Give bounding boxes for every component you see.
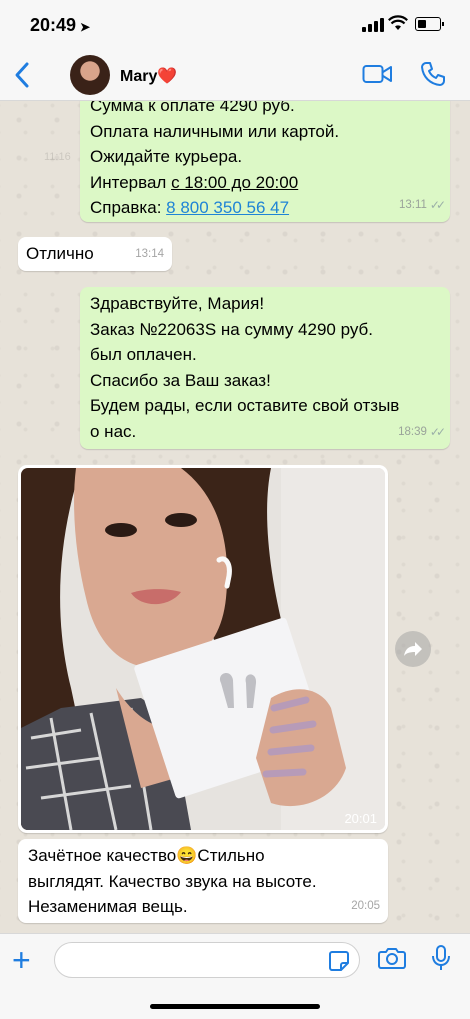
message-time: 13:11 [398, 198, 427, 211]
back-chevron-icon[interactable] [10, 60, 36, 90]
contact-name-text: Mary [120, 68, 158, 85]
help-label: Справка: [90, 198, 167, 217]
phone-link[interactable]: 8 800 350 56 47 [166, 198, 289, 217]
read-ticks-icon: ✓✓ [429, 197, 446, 212]
chat-header: Mary❤️ [0, 50, 470, 101]
message-meta: 13:14 [135, 242, 164, 268]
home-indicator [150, 1004, 320, 1009]
message-text-line: Спасибо за Ваш заказ! [90, 370, 271, 390]
hidden-timestamp: 11:16 [44, 151, 71, 163]
microphone-icon[interactable] [430, 944, 452, 972]
wifi-icon [388, 15, 408, 30]
message-text-line: был оплачен. [90, 345, 197, 364]
photo-illustration [21, 468, 385, 830]
forward-arrow-icon [404, 642, 422, 656]
message-input[interactable] [54, 942, 360, 978]
message-text-line: Оплата наличными или картой. [90, 121, 340, 141]
message-text-line: Зачётное качество😄Стильно [28, 846, 265, 865]
status-bar: 20:49 ➤ [0, 0, 470, 50]
video-call-icon[interactable] [362, 63, 394, 85]
battery-icon [415, 17, 444, 31]
attach-plus-icon[interactable]: + [12, 944, 31, 976]
cellular-signal-icon [362, 18, 384, 32]
status-time-text: 20:49 [30, 15, 77, 35]
message-text-line: Справка: 8 800 350 56 47 [90, 195, 440, 221]
interval-label: Интервал [90, 172, 172, 192]
message-photo[interactable]: 20:01 [18, 465, 388, 833]
message-reply-ok[interactable]: Отлично 13:14 [18, 237, 172, 271]
message-meta: 20:05 [351, 894, 380, 920]
message-text-line: о нас. [90, 421, 137, 441]
message-time: 18:39 [398, 425, 427, 438]
status-time: 20:49 ➤ [30, 15, 90, 36]
message-text-line: Ожидайте курьера. [90, 147, 243, 166]
contact-name[interactable]: Mary❤️ [120, 66, 177, 86]
message-review[interactable]: Зачётное качество😄Стильно выглядят. Каче… [18, 839, 388, 923]
sticker-icon[interactable] [328, 950, 350, 972]
message-text-line: Заказ №22063S на сумму 4290 руб. [90, 319, 374, 339]
photo-time: 20:01 [344, 811, 377, 826]
message-text-line: Интервал с 18:00 до 20:00 [90, 170, 440, 196]
message-payment-confirm[interactable]: Здравствуйте, Мария! Заказ №22063S на су… [80, 287, 450, 449]
message-order-summary[interactable]: Сумма к оплате 4290 руб. Оплата наличным… [80, 101, 450, 222]
message-time: 20:05 [351, 899, 380, 912]
message-text-line: Здравствуйте, Мария! [90, 294, 265, 313]
message-time: 13:14 [135, 247, 164, 260]
message-text-line: Сумма к оплате 4290 руб. [90, 101, 295, 115]
forward-button[interactable] [395, 631, 431, 667]
message-meta: 18:39 ✓✓ [398, 420, 446, 446]
read-ticks-icon: ✓✓ [429, 424, 446, 439]
interval-value[interactable]: с 18:00 до 20:00 [171, 173, 298, 192]
message-text-line: Будем рады, если оставите свой отзыв [90, 396, 400, 415]
message-composer: + [0, 933, 470, 1019]
avatar[interactable] [70, 55, 110, 95]
message-text-line: выглядят. Качество звука на высоте. [28, 871, 317, 891]
message-meta: 13:11 ✓✓ [398, 193, 446, 219]
photo-image[interactable]: 20:01 [21, 468, 385, 830]
chat-area[interactable]: 11:16 Сумма к оплате 4290 руб. Оплата на… [0, 101, 470, 933]
message-text-line: Незаменимая вещь. [28, 897, 188, 916]
phone-call-icon[interactable] [420, 61, 446, 87]
location-arrow-icon: ➤ [80, 20, 91, 34]
heart-emoji: ❤️ [157, 68, 178, 85]
camera-icon[interactable] [378, 946, 406, 970]
